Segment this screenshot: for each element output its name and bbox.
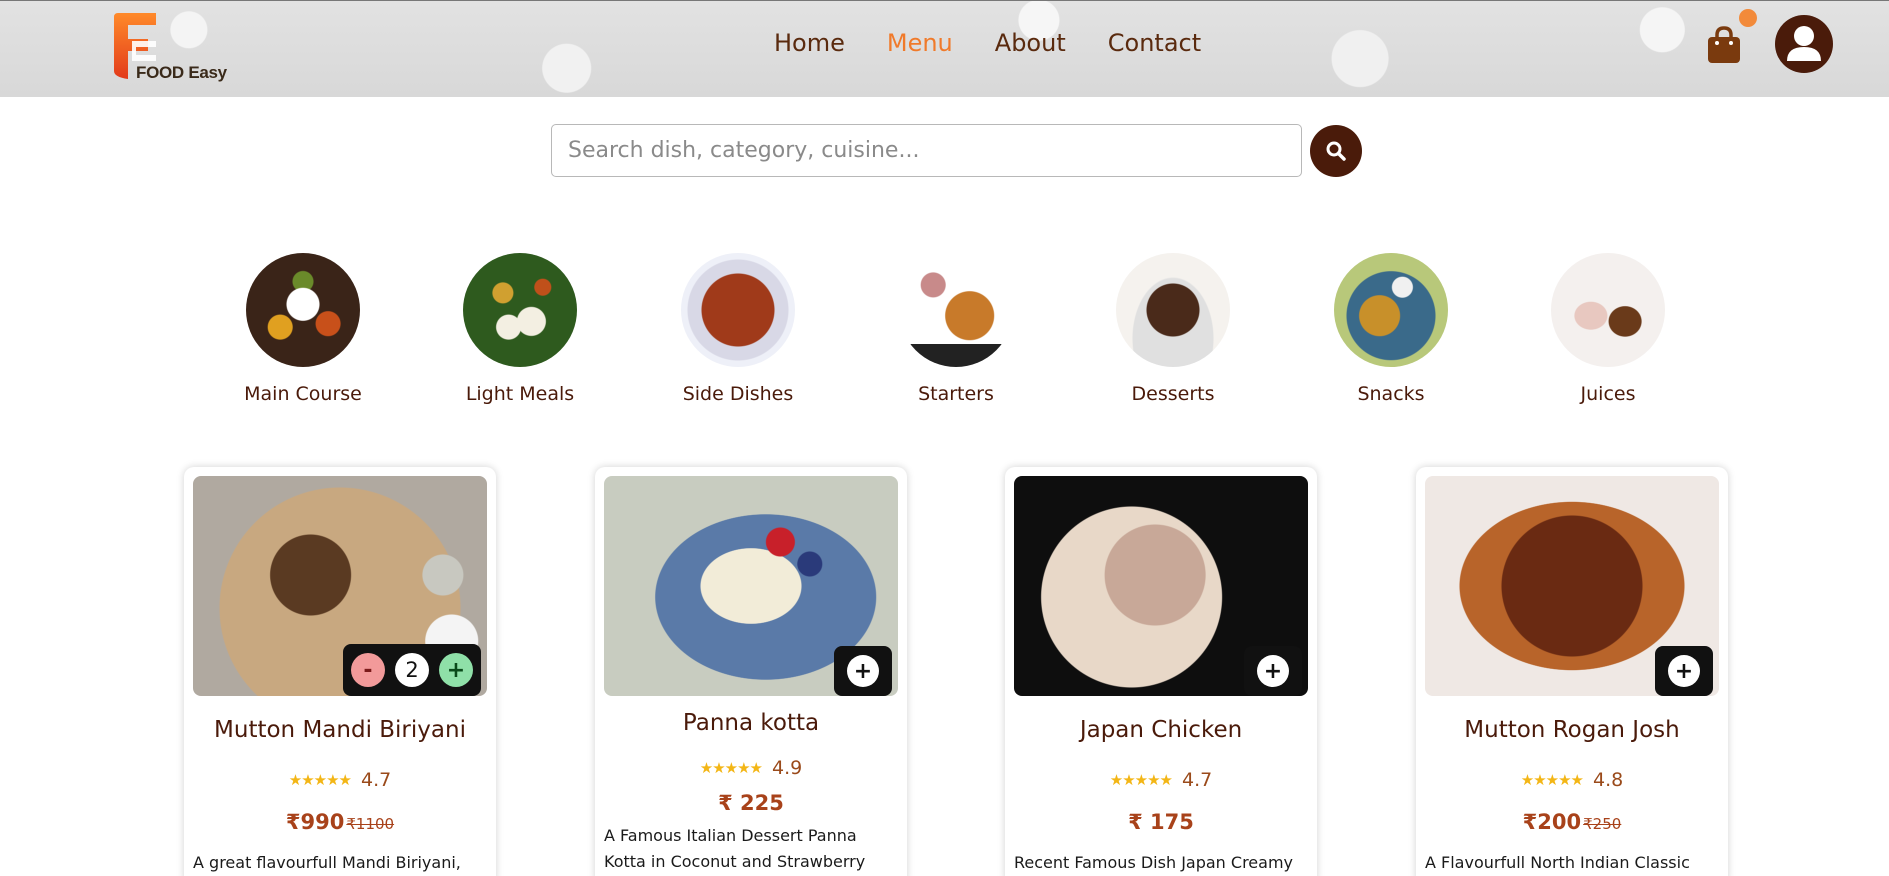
nav-about[interactable]: About (995, 29, 1066, 57)
category-image (1116, 253, 1230, 367)
category-image (1334, 253, 1448, 367)
brand-name: FOOD Easy (136, 63, 227, 82)
nav-contact[interactable]: Contact (1108, 29, 1201, 57)
product-price: ₹ 175 (1128, 810, 1194, 834)
search-button[interactable] (1310, 125, 1362, 177)
category-image (246, 253, 360, 367)
decrease-qty-button[interactable]: - (351, 653, 385, 687)
product-description: A Famous Italian Dessert Panna Kotta in … (604, 826, 866, 871)
product-image: + (1014, 476, 1308, 696)
nav-menu[interactable]: Menu (887, 29, 953, 57)
old-price: ₹1100 (346, 815, 395, 833)
category-image (463, 253, 577, 367)
category-desserts[interactable]: Desserts (1093, 253, 1253, 405)
product-title: Mutton Rogan Josh (1464, 717, 1680, 743)
product-description: A Flavourfull North Indian Classic (1425, 853, 1690, 872)
product-price: ₹200 ₹250 (1522, 810, 1622, 834)
category-light-meals[interactable]: Light Meals (440, 253, 600, 405)
old-price: ₹250 (1583, 815, 1622, 833)
product-rating: ★★★★★ 4.7 (1109, 769, 1213, 791)
product-description: A great flavourfull Mandi Biriyani, (193, 853, 461, 872)
product-image: + (604, 476, 898, 696)
top-header: FOOD Easy Home Menu About Contact (0, 0, 1889, 97)
star-rating-icon: ★★★★★ (699, 759, 763, 777)
product-price: ₹ 225 (718, 791, 784, 815)
add-to-cart-button[interactable]: + (1668, 655, 1700, 687)
product-title: Japan Chicken (1079, 717, 1243, 743)
qty-count: 2 (395, 653, 429, 687)
add-to-cart-button[interactable]: + (1257, 655, 1289, 687)
category-snacks[interactable]: Snacks (1311, 253, 1471, 405)
main-nav: Home Menu About Contact (774, 29, 1201, 57)
category-juices[interactable]: Juices (1528, 253, 1688, 405)
category-main-course[interactable]: Main Course (223, 253, 383, 405)
product-price: ₹990 ₹1100 (285, 810, 395, 834)
user-icon[interactable] (1775, 15, 1833, 73)
product-card: + Mutton Rogan Josh ★★★★★ 4.8 ₹200 ₹250 A… (1416, 467, 1728, 876)
nav-home[interactable]: Home (774, 29, 845, 57)
increase-qty-button[interactable]: + (439, 653, 473, 687)
category-image (1551, 253, 1665, 367)
product-title: Mutton Mandi Biriyani (214, 717, 466, 743)
category-image (681, 253, 795, 367)
add-to-cart-box: + (1244, 646, 1302, 696)
shopping-bag-icon[interactable] (1706, 25, 1742, 65)
product-image: + (1425, 476, 1719, 696)
category-starters[interactable]: Starters (876, 253, 1036, 405)
product-image: - 2 + (193, 476, 487, 696)
cart-badge (1739, 9, 1757, 27)
product-rating: ★★★★★ 4.8 (1520, 769, 1624, 791)
add-to-cart-box: + (1655, 646, 1713, 696)
add-to-cart-button[interactable]: + (847, 655, 879, 687)
product-description: Recent Famous Dish Japan Creamy (1014, 853, 1293, 872)
brand-logo[interactable]: FOOD Easy (110, 11, 240, 83)
product-rating: ★★★★★ 4.9 (699, 757, 803, 779)
quantity-stepper: - 2 + (343, 644, 481, 696)
star-rating-icon: ★★★★★ (288, 771, 352, 789)
search-input[interactable] (551, 124, 1302, 177)
search-icon (1326, 141, 1346, 161)
product-rating: ★★★★★ 4.7 (288, 769, 392, 791)
product-title: Panna kotta (682, 710, 820, 736)
star-rating-icon: ★★★★★ (1520, 771, 1584, 789)
product-card: + Japan Chicken ★★★★★ 4.7 ₹ 175 Recent F… (1005, 467, 1317, 876)
add-to-cart-box: + (834, 646, 892, 696)
category-side-dishes[interactable]: Side Dishes (658, 253, 818, 405)
product-card: + Panna kotta ★★★★★ 4.9 ₹ 225 A Famous I… (595, 467, 907, 876)
category-image (899, 253, 1013, 367)
product-card: - 2 + Mutton Mandi Biriyani ★★★★★ 4.7 ₹9… (184, 467, 496, 876)
star-rating-icon: ★★★★★ (1109, 771, 1173, 789)
